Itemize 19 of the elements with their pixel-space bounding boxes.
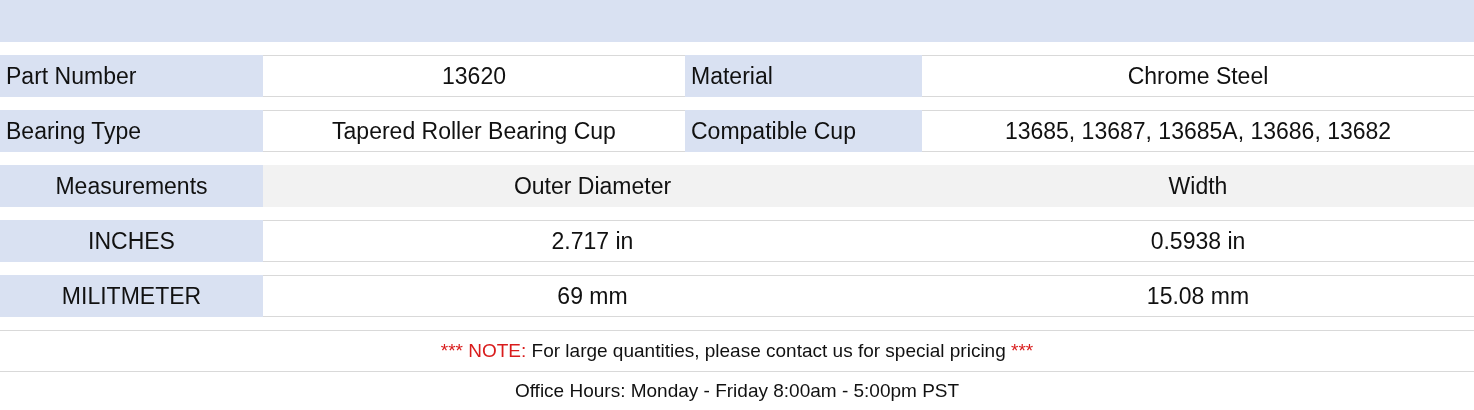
- table-cell: 0.5938 in: [922, 220, 1474, 262]
- column-header: Measurements: [0, 165, 263, 207]
- spec-value: Chrome Steel: [922, 55, 1474, 97]
- unit-label: MILITMETER: [0, 275, 263, 317]
- spec-label: Bearing Type: [0, 110, 263, 152]
- note-text: *** NOTE: For large quantities, please contact us for special pricing ***: [440, 340, 1034, 362]
- table-cell: 69 mm: [263, 275, 922, 317]
- spec-value: 13620: [263, 55, 685, 97]
- spec-label: Compatible Cup: [685, 110, 922, 152]
- spec-label: Part Number: [0, 55, 263, 97]
- table-cell: 2.717 in: [263, 220, 922, 262]
- spec-label: Material: [685, 55, 922, 97]
- column-header: Width: [922, 165, 1474, 207]
- table-cell: 15.08 mm: [922, 275, 1474, 317]
- column-header: Outer Diameter: [263, 165, 922, 207]
- office-hours-text: Office Hours: Monday - Friday 8:00am - 5:00pm PST: [514, 380, 960, 402]
- spec-value: Tapered Roller Bearing Cup: [263, 110, 685, 152]
- spec-value: 13685, 13687, 13685A, 13686, 13682: [922, 110, 1474, 152]
- unit-label: INCHES: [0, 220, 263, 262]
